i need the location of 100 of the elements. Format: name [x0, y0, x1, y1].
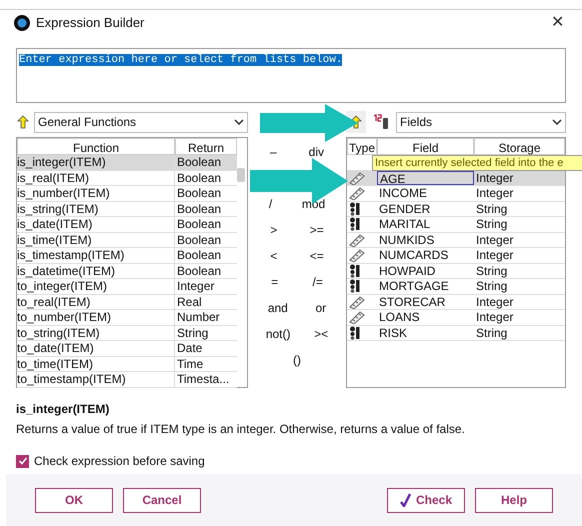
dialog-button[interactable]: Cancel — [123, 488, 201, 512]
table-cell: is_integer(ITEM) — [17, 155, 175, 170]
table-cell: is_string(ITEM) — [17, 202, 175, 216]
operator-button[interactable]: /= — [309, 273, 326, 291]
up-arrow-icon — [17, 115, 29, 129]
close-button[interactable]: ✕ — [547, 11, 568, 35]
operator-button[interactable]: / — [266, 195, 276, 213]
function-category-dropdown[interactable]: General Functions — [34, 112, 248, 132]
function-row[interactable]: to_number(ITEM) Number — [17, 310, 237, 326]
table-cell: is_real(ITEM) — [17, 170, 175, 185]
ruler-icon — [349, 170, 365, 185]
operator-button[interactable]: or — [312, 299, 330, 317]
table-cell-text: Boolean — [176, 264, 222, 278]
scrollbar-thumb[interactable] — [237, 168, 245, 182]
table-cell: is_datetime(ITEM) — [17, 264, 175, 278]
table-cell-text: Integer — [475, 248, 514, 262]
function-row[interactable]: is_string(ITEM) Boolean — [17, 202, 237, 217]
field-category-dropdown[interactable]: Fields — [396, 112, 566, 132]
table-cell-text: Time — [176, 356, 204, 371]
column-header[interactable]: Return — [175, 138, 237, 155]
dialog-button[interactable]: OK — [35, 488, 113, 512]
table-cell-text: INCOME — [378, 186, 428, 200]
field-row[interactable]: HOWPAID String — [347, 264, 565, 279]
table-cell-text: String — [475, 264, 508, 278]
table-cell-text: Real — [176, 294, 203, 309]
field-row[interactable]: LOANS Integer — [347, 310, 565, 326]
caret-icon — [234, 119, 244, 125]
operator-button[interactable]: not() — [262, 325, 294, 343]
dialog-button[interactable]: Help — [475, 488, 553, 512]
table-cell-text: Boolean — [176, 202, 222, 216]
field-row[interactable]: STORECAR Integer — [347, 294, 565, 310]
table-cell: AGE — [377, 170, 474, 185]
expression-field[interactable]: Enter expression here or select from lists below. — [16, 48, 566, 103]
function-row[interactable]: to_date(ITEM) Date — [17, 341, 237, 356]
function-row[interactable]: to_real(ITEM) Real — [17, 294, 237, 310]
table-cell: to_integer(ITEM) — [17, 279, 175, 294]
nominal-icon — [349, 202, 361, 216]
function-row[interactable]: to_integer(ITEM) Integer — [17, 279, 237, 294]
function-row[interactable]: is_date(ITEM) Boolean — [17, 217, 237, 232]
field-row[interactable]: INCOME Integer — [347, 186, 565, 202]
function-row[interactable]: to_string(ITEM) String — [17, 326, 237, 341]
field-row[interactable]: AGE Integer — [347, 170, 565, 186]
nominal-icon — [349, 279, 361, 294]
table-cell-text: String — [475, 202, 508, 216]
table-cell-text: Boolean — [176, 232, 222, 247]
table-cell-text: Timesta... — [176, 372, 230, 386]
column-header[interactable]: Function — [17, 138, 175, 155]
table-cell-text: Integer — [475, 310, 514, 324]
table-cell-text: Integer — [176, 279, 216, 294]
field-row[interactable]: RISK String — [347, 326, 565, 341]
column-header[interactable]: Type — [347, 138, 377, 155]
ruler-icon — [349, 310, 365, 324]
operator-button[interactable]: >< — [311, 325, 332, 343]
window-title: Expression Builder — [36, 14, 144, 32]
function-row[interactable]: is_number(ITEM) Boolean — [17, 186, 237, 202]
operator-button[interactable]: > — [267, 221, 280, 239]
field-row[interactable]: NUMKIDS Integer — [347, 232, 565, 248]
field-row[interactable]: MARITAL String — [347, 217, 565, 232]
table-cell: to_real(ITEM) — [17, 294, 175, 309]
field-row[interactable]: MORTGAGE String — [347, 279, 565, 294]
column-header[interactable]: Field — [377, 138, 474, 155]
column-header[interactable]: Storage — [474, 138, 565, 155]
insert-function-button[interactable] — [16, 115, 30, 129]
function-row[interactable]: is_time(ITEM) Boolean — [17, 232, 237, 248]
table-cell: is_date(ITEM) — [17, 217, 175, 232]
operator-button[interactable]: >= — [306, 221, 327, 239]
operator-button[interactable]: <= — [306, 247, 327, 265]
function-row[interactable]: is_timestamp(ITEM) Boolean — [17, 248, 237, 264]
function-row[interactable]: to_timestamp(ITEM) Timesta... — [17, 372, 237, 388]
operator-button[interactable]: and — [264, 299, 291, 317]
table-cell-text: STORECAR — [378, 294, 446, 309]
table-cell: to_number(ITEM) — [17, 310, 175, 324]
description-text: Returns a value of true if ITEM type is an integer. Otherwise, returns a value of false. — [16, 421, 466, 438]
operator-button[interactable]: = — [268, 273, 282, 291]
table-cell-text: MORTGAGE — [378, 279, 450, 294]
table-cell-text: NUMKIDS — [378, 232, 436, 247]
checkmark-icon — [400, 493, 412, 507]
function-row[interactable]: is_integer(ITEM) Boolean — [17, 155, 237, 170]
table-cell-text: Integer — [475, 294, 514, 309]
operator-button[interactable]: () — [290, 351, 304, 369]
operator-button[interactable]: div — [306, 143, 327, 161]
operator-button[interactable]: < — [267, 247, 280, 265]
checkbox[interactable] — [16, 454, 29, 468]
operator-button[interactable]: mod — [298, 195, 328, 213]
function-row[interactable]: is_real(ITEM) Boolean — [17, 170, 237, 186]
ruler-icon — [349, 186, 365, 200]
table-cell-text: NUMCARDS — [378, 248, 450, 262]
dialog-button[interactable]: Check — [387, 488, 465, 512]
table-cell-text: String — [475, 279, 508, 294]
description-title: is_integer(ITEM) — [16, 401, 110, 418]
table-cell: is_number(ITEM) — [17, 186, 175, 200]
field-row[interactable]: GENDER String — [347, 202, 565, 217]
function-row[interactable]: is_datetime(ITEM) Boolean — [17, 264, 237, 279]
table-cell-text: Boolean — [176, 170, 222, 185]
ruler-icon — [349, 248, 365, 262]
function-row[interactable]: to_time(ITEM) Time — [17, 356, 237, 372]
table-cell-text: Boolean — [176, 217, 222, 232]
field-row[interactable]: NUMCARDS Integer — [347, 248, 565, 264]
operator-button[interactable]: – — [266, 143, 280, 161]
table-cell: is_time(ITEM) — [17, 232, 175, 247]
